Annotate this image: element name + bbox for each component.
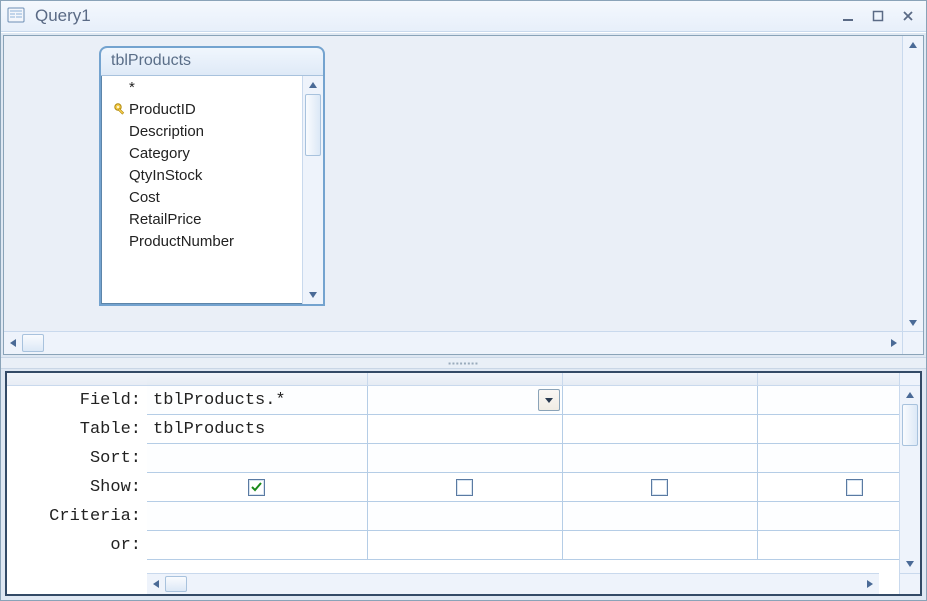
show-checkbox[interactable] <box>651 479 668 496</box>
show-checkbox[interactable] <box>846 479 863 496</box>
table-fieldlist[interactable]: tblProducts * <box>99 46 325 306</box>
sort-cell[interactable] <box>562 444 757 473</box>
column-header[interactable] <box>562 373 757 386</box>
table-value: tblProducts <box>153 420 265 439</box>
row-label-show: Show: <box>7 473 147 502</box>
minimize-button[interactable] <box>834 6 862 26</box>
column-header[interactable] <box>367 373 562 386</box>
field-item[interactable]: Category <box>101 142 302 164</box>
field-list[interactable]: * ProductID <box>101 76 302 304</box>
row-label-criteria: Criteria: <box>7 502 147 531</box>
field-item[interactable]: Description <box>101 120 302 142</box>
criteria-cell[interactable] <box>757 502 899 531</box>
table-cell[interactable]: tblProducts <box>147 415 367 444</box>
scroll-corner <box>902 331 923 354</box>
table-cell[interactable] <box>562 415 757 444</box>
field-name: QtyInStock <box>129 167 202 184</box>
field-item[interactable]: QtyInStock <box>101 164 302 186</box>
field-item[interactable]: ProductNumber <box>101 230 302 252</box>
sort-cell[interactable] <box>757 444 899 473</box>
show-cell[interactable] <box>757 473 899 502</box>
criteria-cell[interactable] <box>147 502 367 531</box>
scroll-right-icon[interactable] <box>861 574 879 594</box>
show-checkbox[interactable] <box>248 479 265 496</box>
field-value: tblProducts.* <box>153 391 286 410</box>
design-pane[interactable]: tblProducts * <box>3 35 924 355</box>
field-item[interactable]: RetailPrice <box>101 208 302 230</box>
field-name: Description <box>129 123 204 140</box>
table-fieldlist-title[interactable]: tblProducts <box>101 48 323 76</box>
scroll-right-icon[interactable] <box>885 332 903 354</box>
field-cell[interactable] <box>757 386 899 415</box>
row-label-or: or: <box>7 531 147 560</box>
pane-splitter[interactable]: ▪▪▪▪▪▪▪▪ <box>1 357 926 369</box>
table-cell[interactable] <box>757 415 899 444</box>
design-vscrollbar[interactable] <box>902 36 923 332</box>
scroll-down-icon[interactable] <box>903 314 923 332</box>
scroll-left-icon[interactable] <box>147 574 165 594</box>
field-cell[interactable] <box>367 386 562 415</box>
field-item[interactable]: ProductID <box>101 98 302 120</box>
scroll-left-icon[interactable] <box>4 332 22 354</box>
field-name: RetailPrice <box>129 211 202 228</box>
window-title: Query1 <box>35 6 91 26</box>
design-hscrollbar[interactable] <box>4 331 903 354</box>
scroll-up-icon[interactable] <box>903 36 923 54</box>
titlebar: Query1 <box>1 1 926 32</box>
field-dropdown-button[interactable] <box>538 389 560 411</box>
field-name: ProductNumber <box>129 233 234 250</box>
query-icon <box>7 7 27 25</box>
show-cell[interactable] <box>562 473 757 502</box>
show-cell[interactable] <box>147 473 367 502</box>
row-label-field: Field: <box>7 386 147 415</box>
column-header[interactable] <box>147 373 367 386</box>
fieldlist-vscrollbar[interactable] <box>302 76 323 304</box>
field-name: Cost <box>129 189 160 206</box>
scroll-thumb[interactable] <box>902 404 918 446</box>
or-cell[interactable] <box>757 531 899 560</box>
query-design-window: Query1 tblProducts * <box>0 0 927 601</box>
qbe-row-labels: Field: Table: Sort: Show: Criteria: or: <box>7 373 147 594</box>
field-cell[interactable] <box>562 386 757 415</box>
field-cell[interactable]: tblProducts.* <box>147 386 367 415</box>
field-name: Category <box>129 145 190 162</box>
show-cell[interactable] <box>367 473 562 502</box>
or-cell[interactable] <box>367 531 562 560</box>
field-item[interactable]: Cost <box>101 186 302 208</box>
sort-cell[interactable] <box>147 444 367 473</box>
criteria-cell[interactable] <box>367 502 562 531</box>
scroll-up-icon[interactable] <box>900 386 920 404</box>
field-name: * <box>129 79 135 96</box>
field-name: ProductID <box>129 101 196 118</box>
scroll-down-icon[interactable] <box>900 555 920 573</box>
criteria-cell[interactable] <box>562 502 757 531</box>
scroll-thumb[interactable] <box>165 576 187 592</box>
primary-key-icon <box>111 102 129 116</box>
close-button[interactable] <box>894 6 922 26</box>
row-label-table: Table: <box>7 415 147 444</box>
sort-cell[interactable] <box>367 444 562 473</box>
qbe-grid: Field: Table: Sort: Show: Criteria: or: <box>5 371 922 596</box>
qbe-table: tblProducts.* <box>147 373 899 560</box>
scroll-thumb[interactable] <box>305 94 321 156</box>
maximize-button[interactable] <box>864 6 892 26</box>
qbe-vscrollbar[interactable] <box>899 373 920 594</box>
or-cell[interactable] <box>147 531 367 560</box>
table-cell[interactable] <box>367 415 562 444</box>
column-header[interactable] <box>757 373 899 386</box>
qbe-hscrollbar[interactable] <box>147 573 879 594</box>
row-label-sort: Sort: <box>7 444 147 473</box>
scroll-up-icon[interactable] <box>303 76 323 94</box>
show-checkbox[interactable] <box>456 479 473 496</box>
or-cell[interactable] <box>562 531 757 560</box>
scroll-down-icon[interactable] <box>303 286 323 304</box>
field-item[interactable]: * <box>101 76 302 98</box>
scroll-thumb[interactable] <box>22 334 44 352</box>
